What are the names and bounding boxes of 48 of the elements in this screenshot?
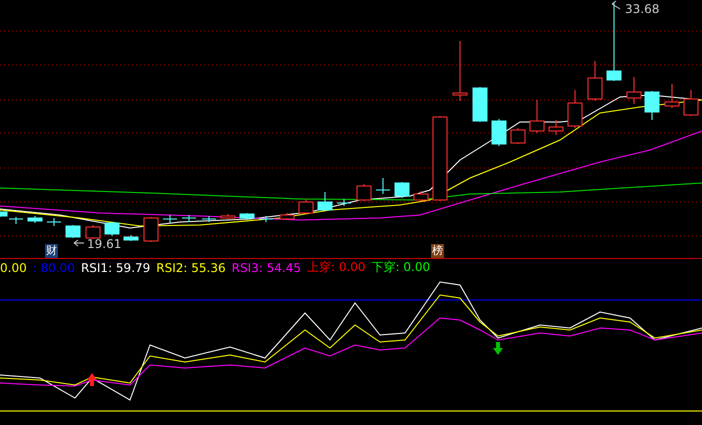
- event-marker[interactable]: 财: [45, 244, 58, 258]
- candlestick: [28, 216, 42, 224]
- candlestick: [530, 100, 544, 134]
- candlestick: [356, 184, 372, 202]
- legend-value: RSI3: 54.45: [232, 260, 301, 274]
- candlestick: [182, 214, 196, 222]
- candlestick: [588, 60, 602, 102]
- candlestick: [510, 128, 526, 144]
- candlestick: [684, 90, 698, 116]
- candlestick: [124, 234, 138, 242]
- candlestick: [66, 224, 80, 238]
- legend-value: RSI1: 59.79: [80, 260, 150, 274]
- price-label: 33.68: [625, 2, 660, 16]
- legend-value: 下穿: 0.00: [372, 259, 430, 276]
- candlestick: [46, 218, 62, 226]
- arrow-icon: [74, 240, 84, 246]
- event-marker[interactable]: 榜: [431, 244, 444, 258]
- legend-value: : 80.00: [32, 260, 75, 274]
- up-arrow-icon: [87, 373, 97, 386]
- candlestick: [162, 214, 178, 224]
- candlestick: [280, 212, 294, 220]
- candlestick: [298, 198, 314, 214]
- candlestick: [472, 86, 488, 122]
- candlestick: [318, 192, 332, 212]
- candlestick: [414, 190, 428, 202]
- candlestick: [394, 182, 410, 198]
- candlestick: [240, 212, 254, 220]
- candlestick: [492, 118, 506, 146]
- candlestick: [144, 216, 158, 242]
- legend-value: 上穿: 0.00: [306, 259, 366, 276]
- candlestick: [376, 178, 390, 194]
- legend-value: RSI2: 55.36: [156, 260, 226, 274]
- candlestick: [452, 40, 468, 102]
- candlestick: [258, 216, 274, 222]
- candlestick: [664, 84, 680, 108]
- legend-value: 0.00: [0, 260, 27, 274]
- candlestick: [626, 76, 642, 104]
- candlestick: [220, 214, 236, 220]
- candlestick: [202, 216, 216, 222]
- candlestick: [86, 224, 100, 240]
- arrow-icon: [612, 0, 620, 10]
- candlestick: [336, 198, 352, 206]
- down-arrow-icon: [493, 342, 503, 355]
- candlestick: [548, 120, 564, 136]
- price-label: 19.61: [87, 237, 122, 251]
- candlestick: [644, 90, 660, 120]
- candlestick: [568, 90, 582, 128]
- candlestick: [104, 222, 120, 236]
